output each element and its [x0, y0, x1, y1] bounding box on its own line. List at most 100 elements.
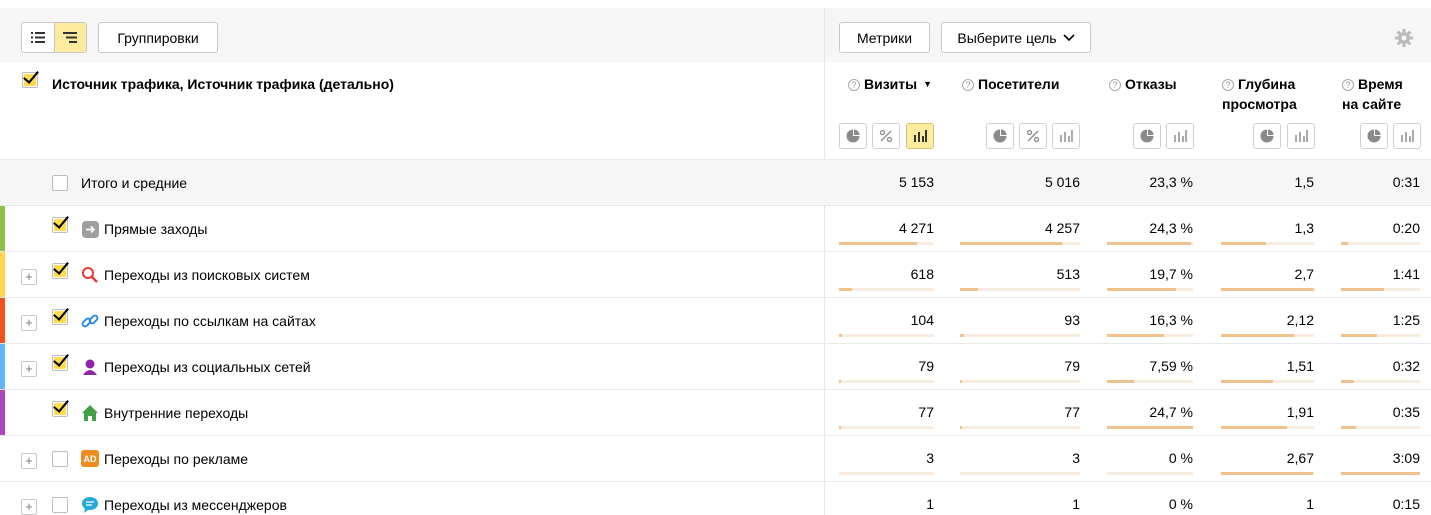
row-label: Переходы по ссылкам на сайтах — [104, 313, 316, 329]
value-bar-fill — [1341, 334, 1377, 337]
groupings-button[interactable]: Группировки — [98, 22, 218, 53]
totals-value-time: 0:31 — [1392, 174, 1420, 190]
pie-chart-button[interactable] — [1360, 123, 1388, 149]
value-depth: 1 — [1306, 496, 1314, 512]
pie-chart-button[interactable] — [1253, 123, 1281, 149]
table-row[interactable]: Прямые заходы 4 271 4 257 24,3 % 1,3 0:20 — [0, 205, 1431, 251]
value-bar-track — [1341, 288, 1420, 291]
gear-icon[interactable] — [1394, 28, 1414, 48]
expand-row-button[interactable]: + — [21, 499, 37, 515]
value-bar-track — [1341, 380, 1420, 383]
goal-label: Выберите цель — [957, 29, 1057, 46]
value-bar-fill — [960, 242, 1062, 245]
bar-chart-button[interactable] — [906, 123, 934, 149]
column-header-visitors[interactable]: ? Посетители — [962, 74, 1080, 94]
bar-chart-button[interactable] — [1052, 123, 1080, 149]
flat-list-view-button[interactable] — [22, 23, 54, 52]
social-icon — [81, 358, 99, 376]
help-icon[interactable]: ? — [1342, 79, 1354, 91]
link-icon — [81, 312, 99, 330]
value-visits: 104 — [910, 312, 934, 328]
value-bar-fill — [1107, 288, 1176, 291]
bar-chart-button[interactable] — [1287, 123, 1315, 149]
row-checkbox[interactable] — [52, 263, 68, 279]
value-depth: 1,3 — [1294, 220, 1314, 236]
value-bar-track — [1107, 426, 1193, 429]
value-bounces: 0 % — [1168, 450, 1193, 466]
value-bar-track — [1221, 380, 1314, 383]
pie-chart-button[interactable] — [986, 123, 1014, 149]
value-bar-track — [960, 288, 1080, 291]
column-title-line2: на сайте — [1342, 96, 1402, 112]
value-visitors: 3 — [1072, 450, 1080, 466]
help-icon[interactable]: ? — [848, 79, 860, 91]
chevron-down-icon — [1063, 33, 1075, 41]
table-row[interactable]: + Переходы из поисковых систем 618 513 19,7 … — [0, 251, 1431, 297]
value-bar-fill — [1221, 242, 1266, 245]
value-bar-fill — [1341, 426, 1356, 429]
row-checkbox[interactable] — [52, 401, 68, 417]
row-label: Переходы по рекламе — [104, 451, 249, 467]
row-checkbox[interactable] — [52, 309, 68, 325]
help-icon[interactable]: ? — [1222, 79, 1234, 91]
expand-row-button[interactable]: + — [21, 269, 37, 285]
value-depth: 1,91 — [1286, 404, 1314, 420]
bar-chart-icon — [914, 130, 927, 142]
select-all-checkbox[interactable] — [22, 72, 38, 88]
table-row[interactable]: + AD Переходы по рекламе 3 3 0 % 2,67 3:09 — [0, 435, 1431, 481]
expand-row-button[interactable]: + — [21, 315, 37, 331]
table-row[interactable]: + Переходы из социальных сетей 79 79 7,59 % 1… — [0, 343, 1431, 389]
row-checkbox[interactable] — [52, 217, 68, 233]
goal-select[interactable]: Выберите цель — [941, 22, 1091, 53]
dimension-title: Источник трафика, Источник трафика (дета… — [52, 76, 394, 92]
column-header-bounces[interactable]: ? Отказы — [1109, 74, 1195, 94]
column-header-visits[interactable]: ? Визиты ▼ — [848, 74, 940, 94]
totals-value-bounces: 23,3 % — [1149, 174, 1193, 190]
expand-row-button[interactable]: + — [21, 453, 37, 469]
row-checkbox[interactable] — [52, 497, 68, 513]
value-visitors: 79 — [1064, 358, 1080, 374]
column-header-depth[interactable]: ? Глубина просмотра — [1222, 74, 1318, 114]
percent-button[interactable] — [1019, 123, 1047, 149]
value-bar-track — [960, 426, 1080, 429]
value-visitors: 513 — [1056, 266, 1080, 282]
value-bar-track — [1107, 380, 1193, 383]
percent-button[interactable] — [872, 123, 900, 149]
pie-chart-button[interactable] — [1133, 123, 1161, 149]
bar-chart-icon — [1174, 130, 1187, 142]
table-row[interactable]: + Переходы по ссылкам на сайтах 104 93 16,3 … — [0, 297, 1431, 343]
tree-list-icon — [63, 32, 78, 43]
sort-desc-icon[interactable]: ▼ — [923, 79, 932, 89]
column-header-time[interactable]: ? Время на сайте — [1342, 74, 1422, 114]
value-bar-track — [960, 334, 1080, 337]
totals-checkbox[interactable] — [52, 175, 68, 191]
row-checkbox[interactable] — [52, 355, 68, 371]
value-bounces: 19,7 % — [1149, 266, 1193, 282]
table-row[interactable]: + Переходы из мессенджеров 1 1 0 % 1 0:15 — [0, 481, 1431, 515]
expand-row-button[interactable]: + — [21, 361, 37, 377]
arrow-right-icon — [81, 220, 99, 238]
row-checkbox[interactable] — [52, 451, 68, 467]
bar-chart-button[interactable] — [1393, 123, 1421, 149]
metrics-button[interactable]: Метрики — [839, 22, 930, 53]
value-time: 1:41 — [1392, 266, 1420, 282]
value-bar-fill — [1341, 242, 1348, 245]
percent-icon — [879, 129, 893, 143]
pie-chart-button[interactable] — [839, 123, 867, 149]
help-icon[interactable]: ? — [1109, 79, 1121, 91]
table-row[interactable]: Внутренние переходы 77 77 24,7 % 1,91 0:35 — [0, 389, 1431, 435]
value-bar-track — [1107, 288, 1193, 291]
pie-chart-icon — [846, 129, 860, 143]
value-depth: 2,67 — [1286, 450, 1314, 466]
bar-chart-button[interactable] — [1166, 123, 1194, 149]
value-bar-fill — [1221, 288, 1314, 291]
help-icon[interactable]: ? — [962, 79, 974, 91]
value-visitors: 77 — [1064, 404, 1080, 420]
value-visits: 1 — [926, 496, 934, 512]
value-bar-fill — [839, 426, 841, 429]
tree-view-button[interactable] — [53, 23, 86, 52]
percent-icon — [1026, 129, 1040, 143]
value-depth: 1,51 — [1286, 358, 1314, 374]
list-icon — [30, 32, 45, 43]
row-label: Переходы из социальных сетей — [104, 359, 311, 375]
